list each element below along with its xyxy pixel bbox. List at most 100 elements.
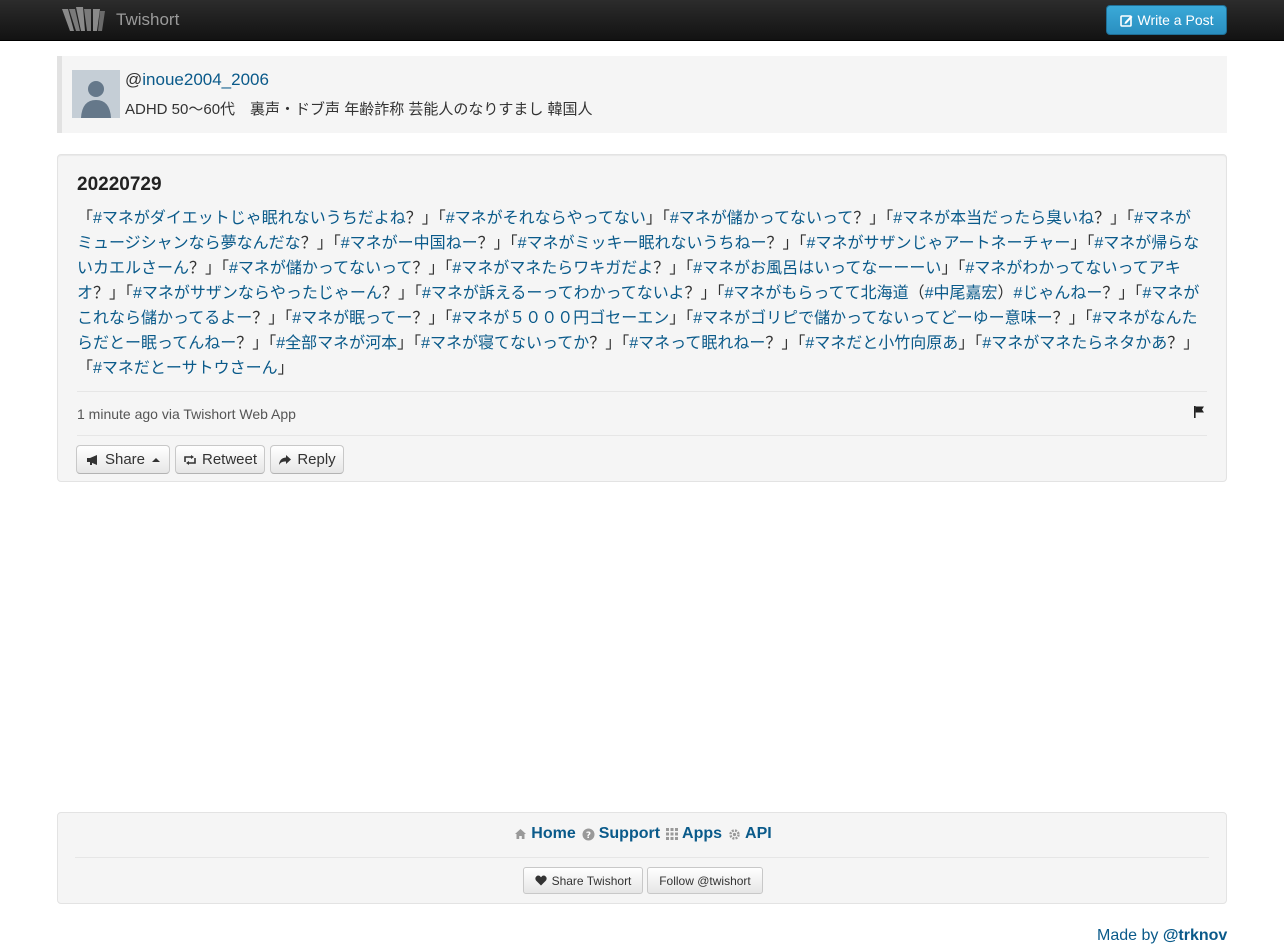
- follow-twishort-button[interactable]: Follow @twishort: [647, 867, 763, 894]
- post-text: 」「: [1070, 235, 1095, 252]
- hashtag-link[interactable]: #マネがお風呂はいってなーーーい: [693, 260, 941, 277]
- retweet-icon: [184, 454, 196, 465]
- post-text: 」「: [958, 335, 983, 352]
- post-text: 」「: [669, 310, 694, 327]
- twishort-logo-icon: [62, 7, 105, 31]
- profile-bio: ADHD 50～60代 裏声・ドブ声 年齢詐称 芸能人のなりすまし 韓国人: [125, 101, 593, 118]
- avatar[interactable]: [72, 70, 120, 118]
- post-text: ？」「: [236, 335, 277, 352]
- hashtag-link[interactable]: #マネがマネたらワキガだよ: [452, 260, 653, 277]
- megaphone-icon: [86, 454, 97, 465]
- hashtag-link[interactable]: #マネが儲かってないって: [229, 260, 412, 277]
- divider: [75, 857, 1209, 858]
- post-title: 20220729: [77, 174, 162, 195]
- author-link[interactable]: @trknov: [1163, 927, 1228, 944]
- post-text: ？」「: [93, 285, 134, 302]
- write-a-post-button[interactable]: Write a Post: [1106, 5, 1227, 35]
- hashtag-link[interactable]: #じゃんねー: [1014, 285, 1103, 302]
- post-text: ？」「: [684, 285, 725, 302]
- footer-nav: Home ? Support Apps API: [58, 825, 1228, 843]
- cog-icon: [729, 828, 740, 840]
- hashtag-link[interactable]: #マネが儲かってないって: [670, 210, 853, 227]
- hashtag-link[interactable]: #マネがダイエットじゃ眠れないうちだよね: [93, 210, 406, 227]
- post-body: 「#マネがダイエットじゃ眠れないうちだよね？」「#マネがそれならやってない」「#…: [77, 206, 1207, 381]
- footer-link-support[interactable]: ? Support: [582, 825, 660, 843]
- divider: [77, 391, 1207, 392]
- post-text: ？」「: [653, 260, 694, 277]
- caret-up-icon: [152, 457, 161, 462]
- post-text: ？」「: [589, 335, 630, 352]
- hashtag-link[interactable]: #マネが本当だったら臭いね: [893, 210, 1094, 227]
- footer-api-label: API: [745, 825, 772, 842]
- default-user-icon: [81, 81, 111, 118]
- hashtag-link[interactable]: #マネがマネたらネタかあ: [982, 335, 1167, 352]
- hashtag-link[interactable]: #マネが５０００円ゴセーエン: [452, 310, 669, 327]
- username-link[interactable]: inoue2004_2006: [142, 70, 269, 89]
- post-text: ？」「: [381, 285, 422, 302]
- hashtag-link[interactable]: #マネが眠ってー: [292, 310, 412, 327]
- hashtag-link[interactable]: #マネがミッキー眠れないうちねー: [518, 235, 767, 252]
- reply-button[interactable]: Reply: [270, 445, 344, 474]
- hashtag-link[interactable]: #マネが寝てないってか: [421, 335, 589, 352]
- hashtag-link[interactable]: #マネがー中国ねー: [341, 235, 478, 252]
- post-text: ？」「: [189, 260, 230, 277]
- share-button[interactable]: Share: [76, 445, 170, 474]
- post-meta: 1 minute ago via Twishort Web App: [77, 406, 296, 422]
- share-twishort-button[interactable]: Share Twishort: [523, 867, 643, 894]
- question-icon: ?: [582, 828, 595, 841]
- post-text: 」「: [645, 210, 670, 227]
- footer-link-home[interactable]: Home: [514, 825, 576, 843]
- footer-apps-label: Apps: [682, 825, 723, 842]
- home-icon: [515, 829, 527, 839]
- footer-link-apps[interactable]: Apps: [666, 825, 722, 843]
- author-handle: @trknov: [1162, 927, 1228, 944]
- hashtag-link[interactable]: #マネだとーサトウさーん: [93, 360, 278, 377]
- post-text: 「: [77, 210, 94, 227]
- profile-card: @inoue2004_2006 ADHD 50～60代 裏声・ドブ声 年齢詐称 …: [57, 56, 1227, 133]
- post-text: ？」「: [766, 235, 807, 252]
- post-card: 20220729 「#マネがダイエットじゃ眠れないうちだよね ？」「 #マネがそれな…: [57, 154, 1227, 482]
- hashtag-link[interactable]: #中尾嘉宏: [925, 285, 998, 302]
- write-a-post-label: Write a Post: [1137, 12, 1214, 28]
- divider: [77, 435, 1207, 436]
- post-text: （: [908, 285, 925, 302]
- brand-name: Twishort: [116, 10, 180, 29]
- retweet-button[interactable]: Retweet: [175, 445, 265, 474]
- svg-text:?: ?: [586, 831, 591, 841]
- post-text: ？」「: [412, 310, 453, 327]
- retweet-label: Retweet: [201, 451, 258, 468]
- heart-icon: [534, 875, 547, 886]
- top-navbar: Twishort Write a Post: [0, 0, 1284, 41]
- report-flag-icon[interactable]: [1193, 405, 1205, 424]
- post-text: 」「: [397, 335, 422, 352]
- footer-link-api[interactable]: API: [728, 825, 772, 843]
- grid-icon: [666, 828, 679, 840]
- share-twishort-label: Share Twishort: [551, 873, 632, 888]
- hashtag-link[interactable]: #マネって眠れねー: [629, 335, 765, 352]
- hashtag-link[interactable]: #マネがそれならやってない: [446, 210, 646, 227]
- brand-link[interactable]: Twishort: [60, 0, 179, 40]
- post-text: ？」「: [853, 210, 894, 227]
- hashtag-link[interactable]: #マネがサザンならやったじゃーん: [133, 285, 382, 302]
- post-text: ？」「: [300, 235, 341, 252]
- edit-icon: [1119, 14, 1132, 27]
- hashtag-link[interactable]: #マネがゴリピで儲かってないってどーゆー意味ー: [693, 310, 1052, 327]
- footer-home-label: Home: [531, 825, 576, 842]
- hashtag-link[interactable]: #全部マネが河本: [276, 335, 397, 352]
- hashtag-link[interactable]: #マネがもらってて北海道: [724, 285, 908, 302]
- post-text: ？」「: [477, 235, 518, 252]
- post-text: ）: [997, 285, 1014, 302]
- follow-label: Follow @twishort: [659, 873, 751, 888]
- post-text: ？」「: [412, 260, 453, 277]
- footer-support-label: Support: [598, 825, 661, 842]
- post-text: ？」「: [1052, 310, 1093, 327]
- footer-well: Home ? Support Apps API Share Twishort F…: [57, 812, 1227, 904]
- made-by-prefix: Made by: [1097, 927, 1163, 944]
- profile-handle: @inoue2004_2006: [125, 70, 269, 90]
- post-text: ？」「: [765, 335, 806, 352]
- hashtag-link[interactable]: #マネだと小竹向原あ: [805, 335, 958, 352]
- hashtag-link[interactable]: #マネが訴えるーってわかってないよ: [422, 285, 685, 302]
- share-arrow-icon: [279, 454, 292, 465]
- hashtag-link[interactable]: #マネがサザンじゃアートネーチャー: [807, 235, 1071, 252]
- post-text: ？」「: [252, 310, 293, 327]
